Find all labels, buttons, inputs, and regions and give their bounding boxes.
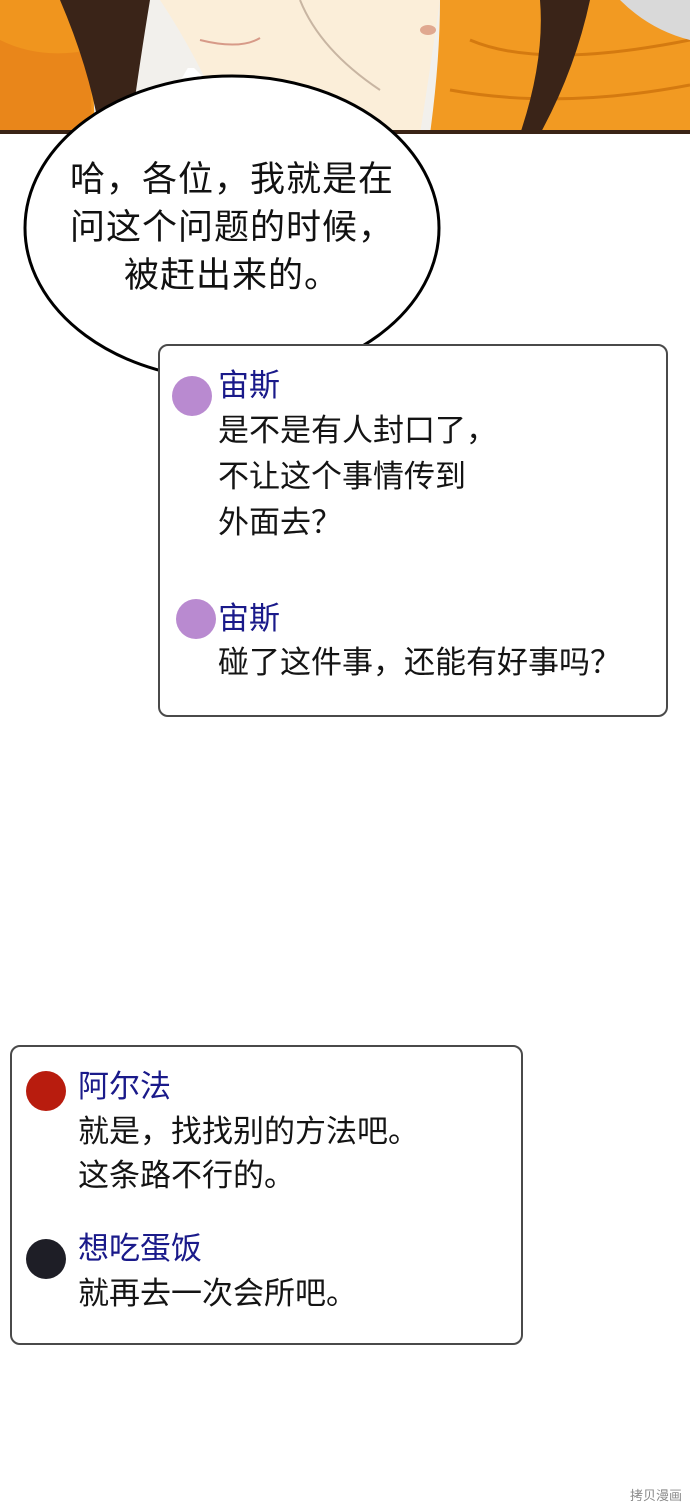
chat-box-1: 宙斯 是不是有人封口了， 不让这个事情传到 外面去？ 宙斯 碰了这件事，还能有好… (158, 344, 668, 717)
speech-line: 被赶出来的。 (123, 256, 340, 296)
message-line: 外面去？ (218, 505, 342, 541)
avatar (172, 376, 212, 416)
message-line: 碰了这件事，还能有好事吗？ (218, 645, 621, 681)
watermark: 拷贝漫画 (629, 1489, 682, 1504)
speech-bubble: 哈，各位，我就是在 问这个问题的时候， 被赶出来的。 (22, 68, 442, 384)
speech-bubble-text: 哈，各位，我就是在 问这个问题的时候， 被赶出来的。 (22, 156, 442, 300)
speech-line: 哈，各位，我就是在 (69, 160, 394, 200)
speech-line: 问这个问题的时候， (69, 208, 394, 248)
chat-box-2: 阿尔法 就是，找找别的方法吧。 这条路不行的。 想吃蛋饭 就再去一次会所吧。 (10, 1045, 523, 1345)
message-line: 就再去一次会所吧。 (78, 1276, 357, 1312)
avatar (176, 599, 216, 639)
sender-name: 阿尔法 (78, 1069, 171, 1105)
sender-name: 宙斯 (218, 368, 280, 404)
message-line: 不让这个事情传到 (218, 459, 466, 495)
avatar (26, 1071, 66, 1111)
sender-name: 宙斯 (218, 601, 280, 637)
sender-name: 想吃蛋饭 (78, 1231, 202, 1267)
message-line: 是不是有人封口了， (218, 413, 497, 449)
message-line: 就是，找找别的方法吧。 (78, 1114, 419, 1150)
message-line: 这条路不行的。 (78, 1158, 295, 1194)
avatar (26, 1239, 66, 1279)
